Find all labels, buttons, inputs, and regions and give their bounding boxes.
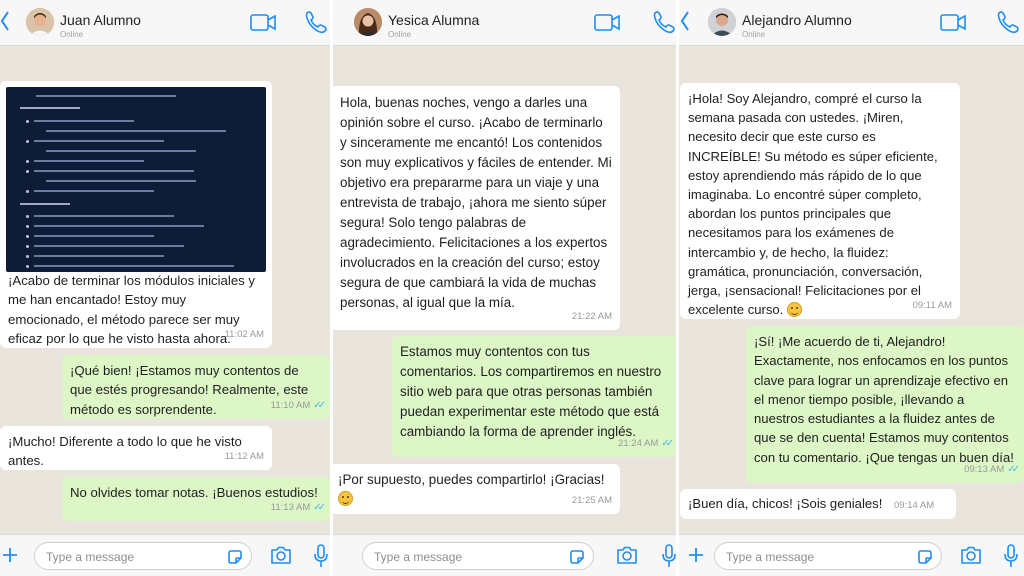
message-bubble-incoming[interactable]: ¡Hola! Soy Alejandro, compré el curso la… xyxy=(680,83,960,319)
add-attachment-icon[interactable] xyxy=(688,547,704,563)
microphone-icon[interactable] xyxy=(314,544,328,568)
message-time: 11:10 AM ✓✓ xyxy=(270,399,326,411)
message-list[interactable]: Hola, buenas noches, vengo a darles una … xyxy=(332,46,678,534)
contact-status: Online xyxy=(60,30,84,39)
message-list[interactable]: ¡Hola! Soy Alejandro, compré el curso la… xyxy=(678,46,1024,534)
message-input-bar: Type a message xyxy=(0,534,332,576)
video-call-icon[interactable] xyxy=(940,14,966,31)
camera-icon[interactable] xyxy=(960,545,982,565)
contact-name: Alejandro Alumno xyxy=(742,12,852,28)
message-bubble-outgoing[interactable]: ¡Qué bien! ¡Estamos muy contentos de que… xyxy=(62,355,330,419)
message-text: Estamos muy contentos con tus comentario… xyxy=(400,344,662,439)
camera-icon[interactable] xyxy=(270,545,292,565)
grin-emoji-icon xyxy=(787,302,802,318)
back-arrow-icon[interactable] xyxy=(680,9,690,33)
message-input-placeholder: Type a message xyxy=(46,550,135,564)
message-text: Hola, buenas noches, vengo a darles una … xyxy=(340,95,612,310)
panel-divider xyxy=(330,0,333,576)
message-time: 09:14 AM xyxy=(894,500,935,511)
contact-name: Juan Alumno xyxy=(60,12,141,28)
phone-call-icon[interactable] xyxy=(996,10,1022,34)
message-time: 11:13 AM ✓✓ xyxy=(270,501,326,513)
chat-panel-juan: Juan Alumno Online ¡Acabo de terminar lo… xyxy=(0,0,332,576)
message-text-wrap: ¡Hola! Soy Alejandro, compré el curso la… xyxy=(688,89,952,319)
smile-emoji-icon xyxy=(338,491,353,506)
phone-call-icon[interactable] xyxy=(652,10,678,34)
message-bubble-incoming[interactable]: ¡Acabo de terminar los módulos iniciales… xyxy=(0,81,272,348)
add-attachment-icon[interactable] xyxy=(2,547,18,563)
chat-header: Yesica Alumna Online xyxy=(332,0,678,46)
attached-screenshot-image[interactable] xyxy=(6,87,266,272)
microphone-icon[interactable] xyxy=(662,544,676,568)
sticker-icon[interactable] xyxy=(227,549,243,565)
message-time: 21:22 AM xyxy=(571,310,612,322)
avatar[interactable] xyxy=(354,8,382,36)
message-text: ¡Por supuesto, puedes compartirlo! ¡Grac… xyxy=(338,472,605,487)
message-text: ¡Hola! Soy Alejandro, compré el curso la… xyxy=(688,91,938,318)
message-time: 11:02 AM xyxy=(224,328,264,340)
message-time: 09:13 AM ✓✓ xyxy=(964,463,1020,475)
camera-icon[interactable] xyxy=(616,545,638,565)
message-input-bar: Type a message xyxy=(332,534,678,576)
message-input[interactable]: Type a message xyxy=(714,542,942,570)
read-receipt-icon: ✓✓ xyxy=(313,399,326,411)
panel-divider xyxy=(676,0,679,576)
message-time: 09:11 AM xyxy=(912,299,952,311)
video-call-icon[interactable] xyxy=(594,14,620,31)
message-bubble-incoming[interactable]: ¡Por supuesto, puedes compartirlo! ¡Grac… xyxy=(332,464,620,514)
message-input-placeholder: Type a message xyxy=(726,550,815,564)
sticker-icon[interactable] xyxy=(917,549,933,565)
read-receipt-icon: ✓✓ xyxy=(661,437,674,449)
phone-call-icon[interactable] xyxy=(304,10,330,34)
message-bubble-incoming[interactable]: Hola, buenas noches, vengo a darles una … xyxy=(332,86,620,330)
read-receipt-icon: ✓✓ xyxy=(1007,463,1020,475)
message-bubble-incoming[interactable]: ¡Mucho! Diferente a todo lo que he visto… xyxy=(0,426,272,470)
sticker-icon[interactable] xyxy=(569,549,585,565)
message-bubble-incoming[interactable]: ¡Buen día, chicos! ¡Sois geniales! 09:14… xyxy=(680,489,956,519)
message-input[interactable]: Type a message xyxy=(34,542,252,570)
read-receipt-icon: ✓✓ xyxy=(313,501,326,513)
chat-panel-yesica: Yesica Alumna Online Hola, buenas noches… xyxy=(332,0,678,576)
message-text: ¡Sí! ¡Me acuerdo de ti, Alejandro! Exact… xyxy=(754,334,1014,465)
message-input-placeholder: Type a message xyxy=(374,550,463,564)
message-time: 21:24 AM ✓✓ xyxy=(618,437,674,449)
message-bubble-outgoing[interactable]: No olvides tomar notas. ¡Buenos estudios… xyxy=(62,477,330,521)
message-input-bar: Type a message xyxy=(678,534,1024,576)
message-text: ¡Buen día, chicos! ¡Sois geniales! xyxy=(688,496,883,511)
message-time: 11:12 AM xyxy=(224,450,264,462)
contact-name: Yesica Alumna xyxy=(388,12,480,28)
chat-panel-alejandro: Alejandro Alumno Online ¡Hola! Soy Aleja… xyxy=(678,0,1024,576)
message-input[interactable]: Type a message xyxy=(362,542,594,570)
video-call-icon[interactable] xyxy=(250,14,276,31)
message-time: 21:25 AM xyxy=(571,494,612,506)
back-arrow-icon[interactable] xyxy=(0,9,10,33)
avatar[interactable] xyxy=(26,8,54,36)
message-bubble-outgoing[interactable]: Estamos muy contentos con tus comentario… xyxy=(392,336,678,457)
chat-header: Juan Alumno Online xyxy=(0,0,332,46)
contact-status: Online xyxy=(742,30,766,39)
microphone-icon[interactable] xyxy=(1004,544,1018,568)
contact-status: Online xyxy=(388,30,412,39)
chat-header: Alejandro Alumno Online xyxy=(678,0,1024,46)
message-list[interactable]: ¡Acabo de terminar los módulos iniciales… xyxy=(0,46,332,534)
avatar[interactable] xyxy=(708,8,736,36)
message-bubble-outgoing[interactable]: ¡Sí! ¡Me acuerdo de ti, Alejandro! Exact… xyxy=(746,326,1024,483)
